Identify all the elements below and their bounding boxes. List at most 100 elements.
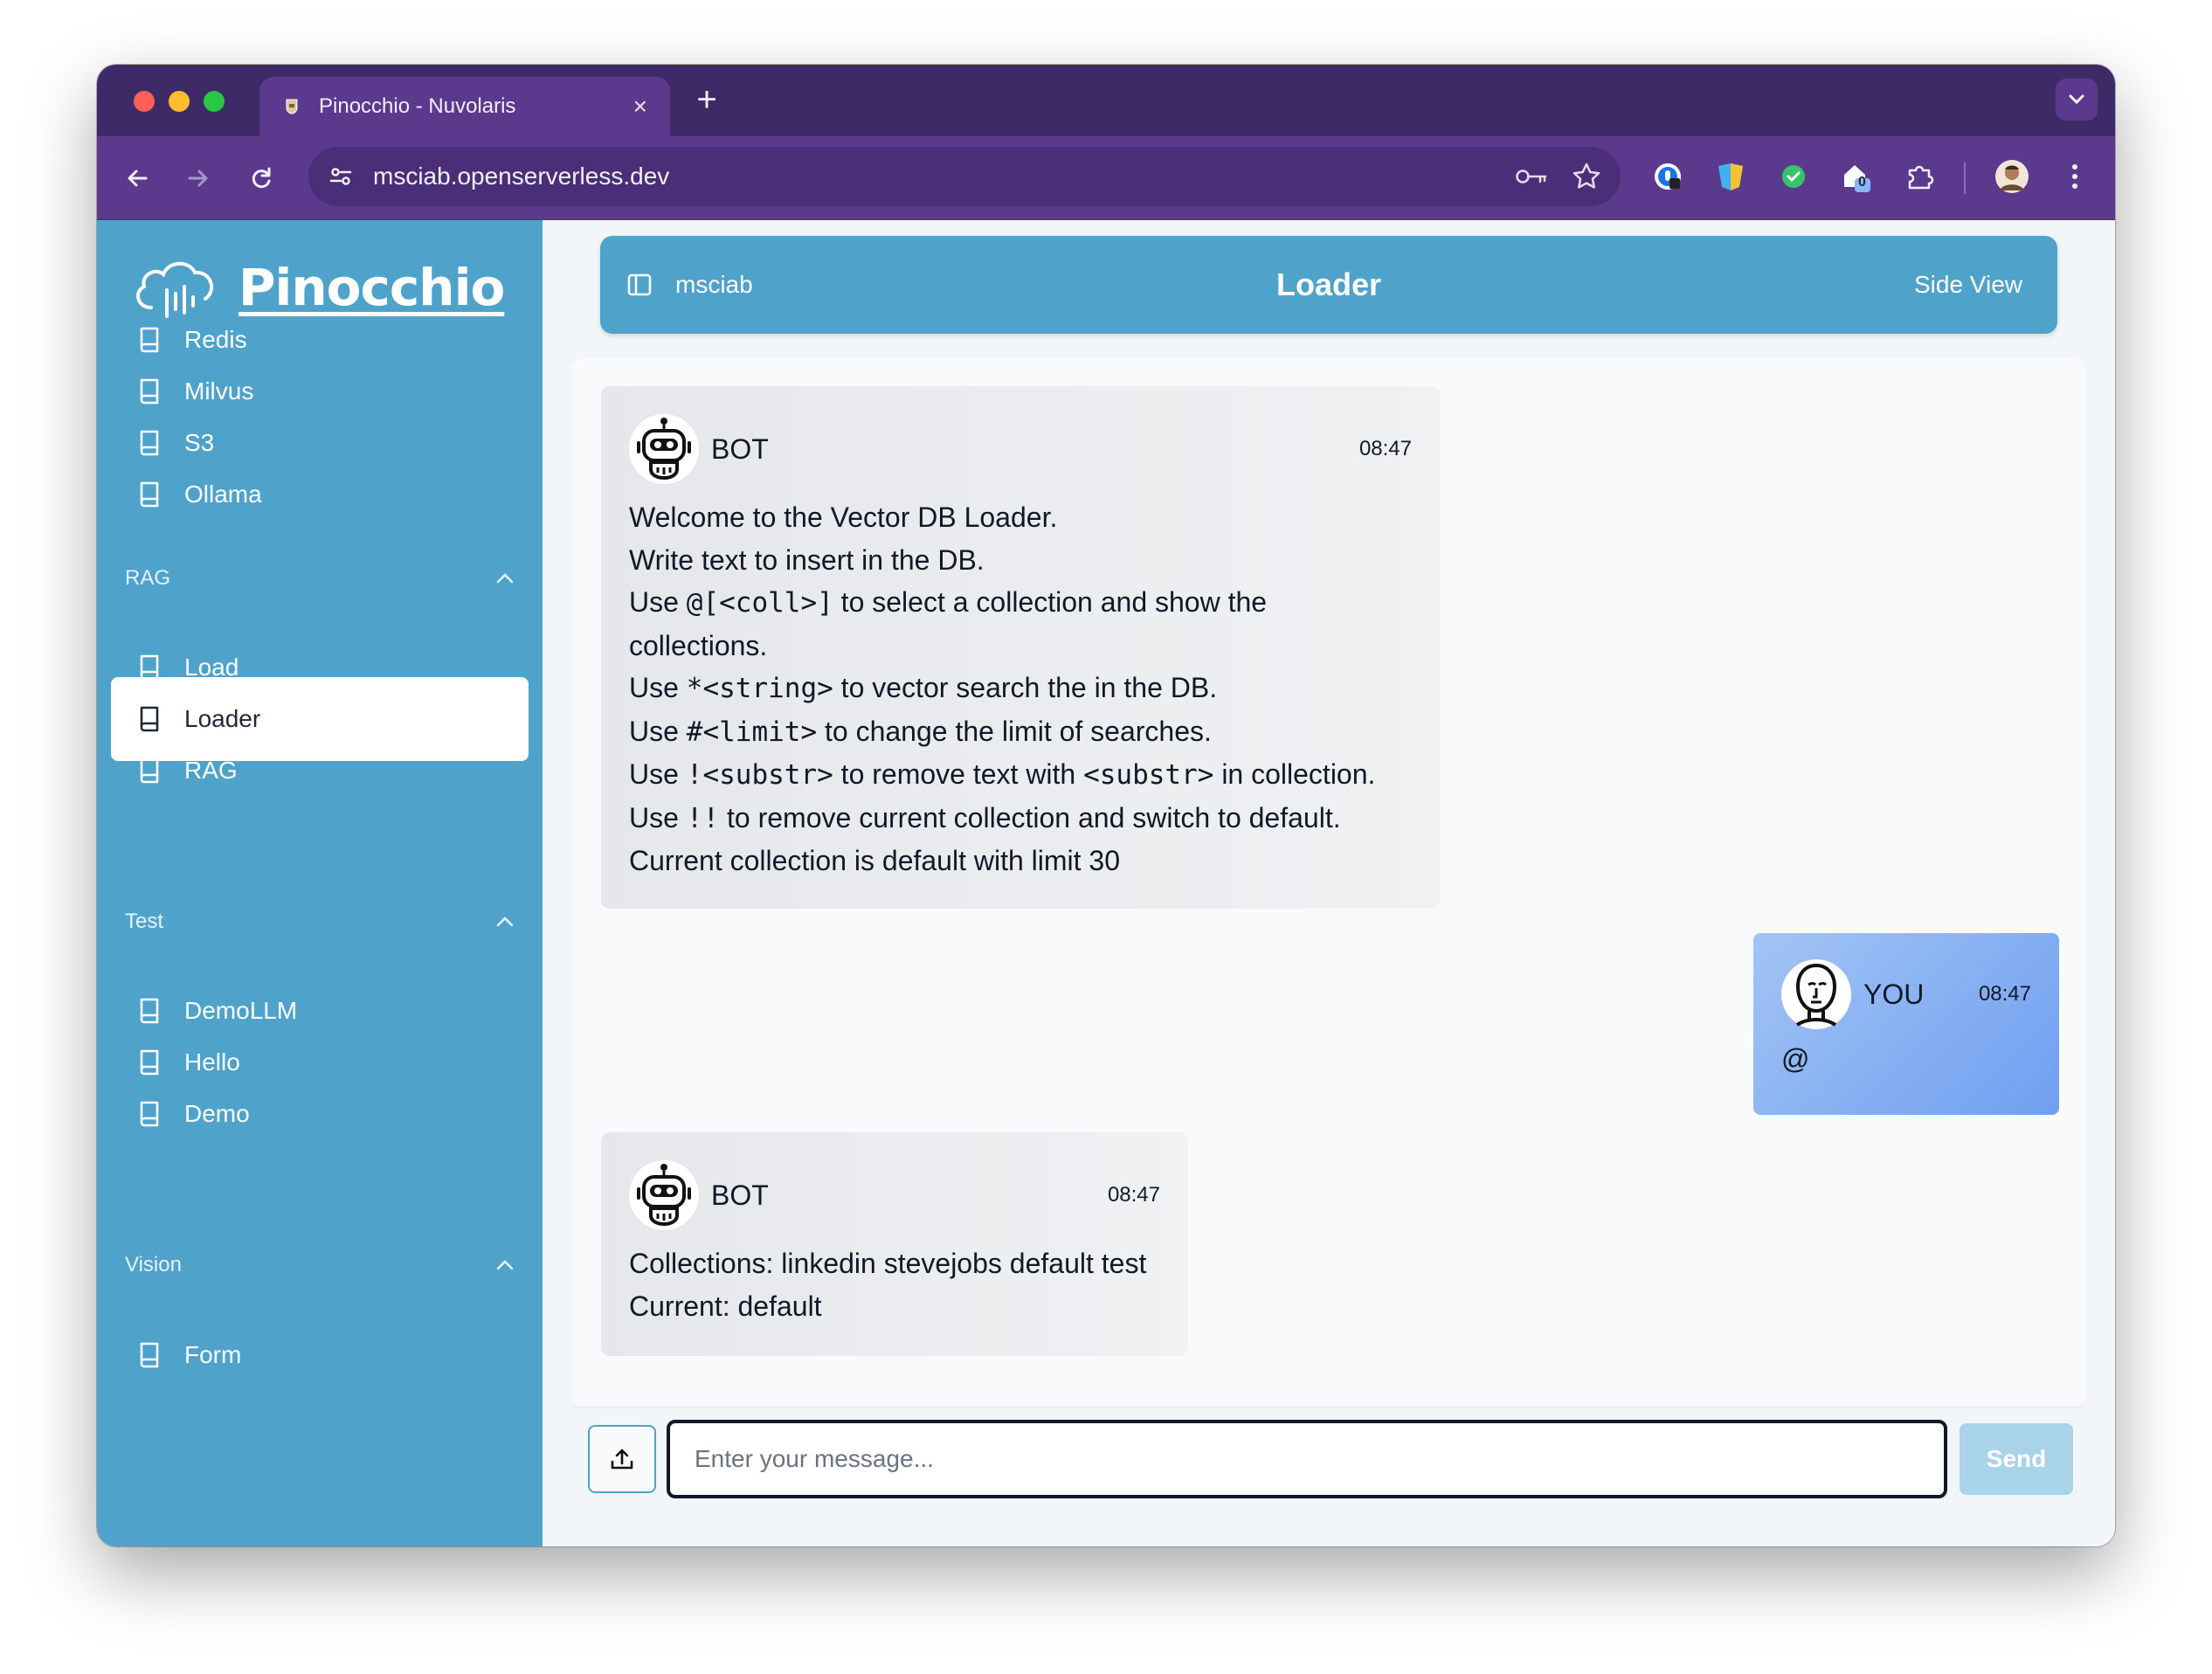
header-user: msciab — [675, 271, 753, 298]
bot-message: BOT 08:47 Welcome to the Vector DB Loade… — [601, 386, 1440, 909]
checkmark-extension-icon[interactable] — [1774, 157, 1813, 196]
message-text: Collections: linkedin stevejobs default … — [629, 1248, 1147, 1279]
toolbar-divider — [1964, 163, 1966, 194]
message-line: Use *<string> to vector search the in th… — [629, 667, 1412, 710]
send-button[interactable]: Send — [1960, 1423, 2073, 1495]
message-text: Welcome to the Vector DB Loader. — [629, 502, 1058, 533]
message-text: to remove text with — [833, 758, 1084, 790]
home-extension-icon[interactable]: 0 — [1837, 157, 1876, 196]
message-text: Current collection is default with limit… — [629, 845, 1121, 876]
user-face-icon — [1781, 959, 1851, 1029]
sidebar-toggle-icon[interactable] — [626, 272, 653, 298]
message-body: Collections: linkedin stevejobs default … — [629, 1242, 1160, 1327]
inline-code: @[<coll>] — [686, 587, 833, 619]
main-panel: msciab Loader Side View BOT 08:47 Welcom… — [543, 220, 2115, 1546]
inline-code: <substr> — [1083, 759, 1214, 791]
book-icon — [140, 1101, 159, 1127]
minimize-window-button[interactable] — [169, 91, 190, 112]
message-text: to vector search the in the DB. — [833, 672, 1218, 703]
close-window-button[interactable] — [134, 91, 155, 112]
forward-button[interactable] — [177, 157, 219, 199]
password-extension-icon[interactable] — [1649, 157, 1687, 196]
message-line: Use @[<coll>] to select a collection and… — [629, 581, 1412, 625]
maximize-window-button[interactable] — [204, 91, 225, 112]
sidebar-item-label: RAG — [184, 757, 238, 784]
chevron-up-icon — [496, 573, 514, 584]
chat-header: msciab Loader Side View — [600, 236, 2057, 334]
input-bar: Send — [572, 1407, 2085, 1546]
message-line: Current collection is default with limit… — [629, 840, 1412, 882]
message-text: to remove current collection and switch … — [719, 801, 1341, 834]
extensions-puzzle-icon[interactable] — [1900, 157, 1939, 196]
chevron-up-icon — [496, 917, 514, 927]
sidebar-item-form[interactable]: Form — [111, 1313, 529, 1397]
message-line: collections. — [629, 625, 1412, 668]
arrow-right-icon — [188, 169, 208, 187]
message-text: to select a collection and show the — [833, 586, 1268, 618]
extension-badge: 0 — [1858, 175, 1866, 190]
message-time: 08:47 — [1358, 437, 1412, 460]
sender-name: YOU — [1863, 978, 1925, 1010]
sidebar-item-rag[interactable]: RAG — [111, 729, 529, 813]
message-header: BOT 08:47 — [629, 1160, 1160, 1230]
reload-icon — [252, 167, 271, 189]
profile-avatar[interactable] — [1993, 157, 2031, 196]
message-line: Use !! to remove current collection and … — [629, 797, 1412, 840]
sender-name: BOT — [711, 1179, 769, 1211]
message-text: collections. — [629, 629, 768, 661]
back-button[interactable] — [116, 157, 158, 199]
url-text: msciab.openserverless.dev — [373, 163, 670, 190]
sidebar-item-demo[interactable]: Demo — [111, 1072, 529, 1156]
browser-toolbar: msciab.openserverless.dev 0 — [97, 136, 2115, 220]
message-text: to change the limit of searches. — [817, 715, 1212, 747]
message-input[interactable] — [667, 1420, 1947, 1498]
page: Pinocchio Redis Milvus S3 Ollama RAG Loa… — [97, 220, 2115, 1546]
address-bar[interactable]: msciab.openserverless.dev — [308, 147, 1621, 206]
message-text: Use — [629, 672, 687, 703]
bookmark-star-icon[interactable] — [1572, 162, 1601, 191]
sidebar: Pinocchio Redis Milvus S3 Ollama RAG Loa… — [97, 220, 543, 1546]
new-tab-button[interactable]: + — [688, 80, 726, 120]
key-icon[interactable] — [1514, 163, 1549, 190]
shield-extension-icon[interactable] — [1711, 157, 1750, 196]
section-header-vision[interactable]: Vision — [125, 1248, 515, 1283]
chevron-up-icon — [496, 1260, 514, 1270]
book-icon — [140, 481, 159, 508]
section-title: Vision — [125, 1253, 182, 1276]
sidebar-item-label: Form — [184, 1341, 242, 1368]
chevron-down-icon — [2069, 94, 2084, 105]
message-text: Use — [629, 801, 687, 834]
sidebar-item-ollama[interactable]: Ollama — [111, 453, 529, 536]
message-body: Welcome to the Vector DB Loader. Write te… — [629, 496, 1412, 882]
inline-code: !! — [686, 802, 720, 834]
upload-button[interactable] — [588, 1425, 656, 1493]
message-text: @ — [1781, 1043, 1810, 1075]
upload-icon — [611, 1449, 633, 1470]
robot-icon — [629, 1160, 699, 1230]
message-line: Collections: linkedin stevejobs default … — [629, 1242, 1160, 1285]
message-line: Write text to insert in the DB. — [629, 539, 1412, 582]
section-header-test[interactable]: Test — [125, 904, 515, 939]
message-text: Use — [629, 758, 687, 790]
message-line: @ — [1781, 1038, 2031, 1081]
message-line: Welcome to the Vector DB Loader. — [629, 496, 1412, 539]
message-body: @ — [1781, 1038, 2031, 1081]
arrow-left-icon — [128, 169, 148, 187]
user-message: YOU 08:47 @ — [1753, 933, 2059, 1115]
message-line: Use !<substr> to remove text with <subst… — [629, 753, 1412, 797]
message-text: Write text to insert in the DB. — [629, 543, 985, 576]
reload-button[interactable] — [240, 157, 282, 199]
section-header-rag[interactable]: RAG — [125, 561, 515, 596]
message-line: Use #<limit> to change the limit of sear… — [629, 710, 1412, 754]
side-view-button[interactable]: Side View — [1914, 271, 2022, 299]
inline-code: *<string> — [686, 673, 833, 704]
site-settings-icon — [329, 168, 352, 185]
message-time: 08:47 — [1107, 1183, 1160, 1207]
close-tab-icon[interactable]: × — [633, 93, 647, 121]
book-icon — [140, 1342, 159, 1368]
message-text: Use — [629, 715, 687, 747]
browser-tab[interactable]: Pinocchio - Nuvolaris × — [259, 77, 670, 136]
message-text: Current: default — [629, 1290, 822, 1322]
browser-menu-icon[interactable] — [2056, 157, 2094, 196]
tab-search-button[interactable] — [2056, 79, 2098, 121]
